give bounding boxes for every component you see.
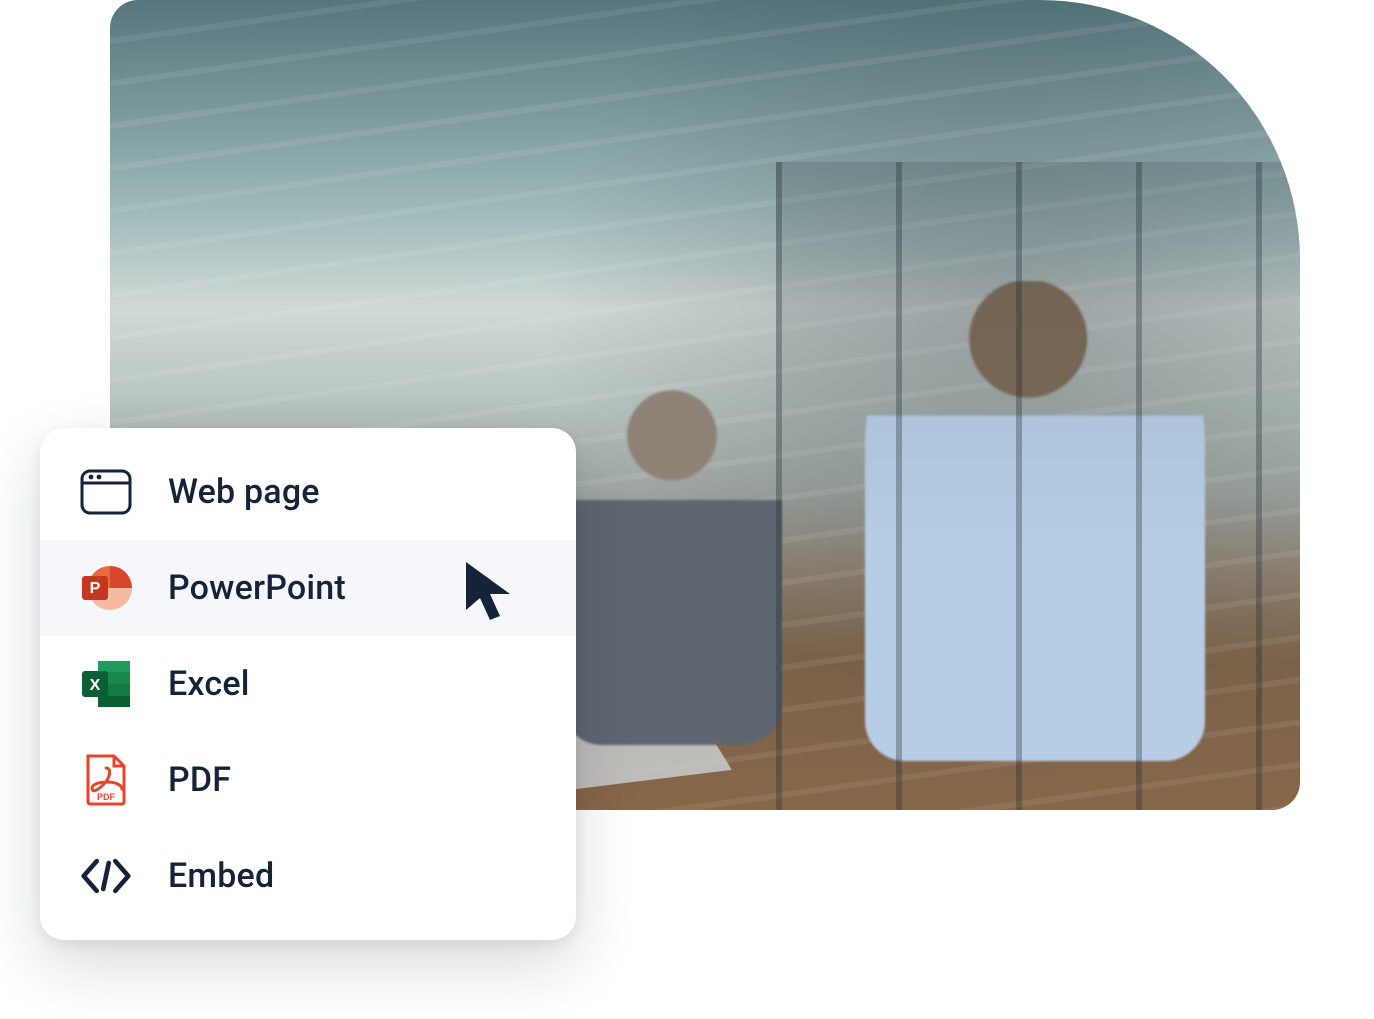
menu-item-label: PowerPoint (168, 568, 346, 608)
svg-text:PDF: PDF (97, 792, 116, 802)
pdf-icon: PDF (80, 754, 132, 806)
menu-item-powerpoint[interactable]: P PowerPoint (40, 540, 576, 636)
menu-item-webpage[interactable]: Web page (40, 444, 576, 540)
hero-person-right (865, 281, 1205, 761)
export-menu: Web page P PowerPoint (40, 428, 576, 940)
svg-text:P: P (90, 580, 101, 597)
menu-item-embed[interactable]: Embed (40, 828, 576, 924)
menu-item-pdf[interactable]: PDF PDF (40, 732, 576, 828)
menu-item-excel[interactable]: X Excel (40, 636, 576, 732)
menu-item-label: Embed (168, 856, 274, 896)
menu-item-label: Web page (168, 472, 320, 512)
powerpoint-icon: P (80, 562, 132, 614)
code-icon (80, 850, 132, 902)
hero-person-left (562, 385, 782, 745)
menu-item-label: Excel (168, 664, 250, 704)
svg-text:X: X (90, 677, 101, 694)
menu-item-label: PDF (168, 760, 231, 800)
excel-icon: X (80, 658, 132, 710)
cursor-icon (460, 558, 516, 626)
browser-icon (80, 466, 132, 518)
